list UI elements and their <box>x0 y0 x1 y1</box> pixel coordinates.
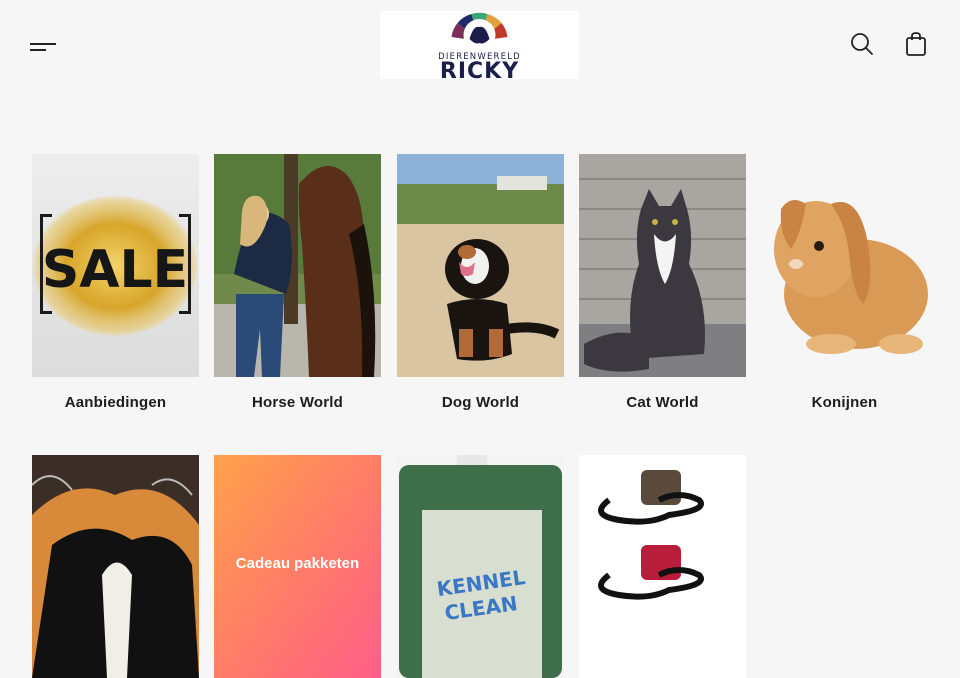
logo-text-main: RICKY <box>439 59 520 84</box>
shopping-bag-icon[interactable] <box>902 30 930 58</box>
collection-image-sale: SALE <box>32 154 199 377</box>
collection-image-dog <box>397 154 564 377</box>
collection-card-konijnen[interactable]: Konijnen <box>761 154 928 411</box>
collection-label: Dog World <box>441 394 520 411</box>
site-header: DIERENWERELD RICKY <box>0 0 960 90</box>
collection-image-horse <box>214 154 381 377</box>
collection-label: Aanbiedingen <box>64 394 167 411</box>
collection-card-dog-world[interactable]: Dog World <box>397 154 564 411</box>
collection-card-horse-world[interactable]: Horse World <box>214 154 381 411</box>
search-icon[interactable] <box>848 30 876 58</box>
collection-label: Cadeau pakketen <box>235 555 360 572</box>
site-logo[interactable]: DIERENWERELD RICKY <box>380 11 579 83</box>
collection-card-dryer[interactable] <box>579 455 746 678</box>
collection-card-guinea-pig[interactable] <box>32 455 199 678</box>
collection-card-kennel-clean[interactable]: KENNEL CLEAN <box>397 455 564 678</box>
collection-image-cadeau: Cadeau pakketen <box>214 455 381 678</box>
menu-icon[interactable] <box>30 34 60 56</box>
collection-label: Horse World <box>251 394 344 411</box>
collection-image-guinea-pig <box>32 455 199 678</box>
collection-card-aanbiedingen[interactable]: SALE Aanbiedingen <box>32 154 199 411</box>
collection-label: Cat World <box>626 394 699 411</box>
sale-text: SALE <box>42 240 188 300</box>
collection-card-cadeau-pakketen[interactable]: Cadeau pakketen <box>214 455 381 678</box>
collection-label: Konijnen <box>811 394 878 411</box>
collection-image-cat <box>579 154 746 377</box>
collection-image-dryer <box>579 455 746 678</box>
collection-card-cat-world[interactable]: Cat World <box>579 154 746 411</box>
collection-image-kennel-clean: KENNEL CLEAN <box>397 455 564 678</box>
collection-image-rabbit <box>761 154 928 377</box>
